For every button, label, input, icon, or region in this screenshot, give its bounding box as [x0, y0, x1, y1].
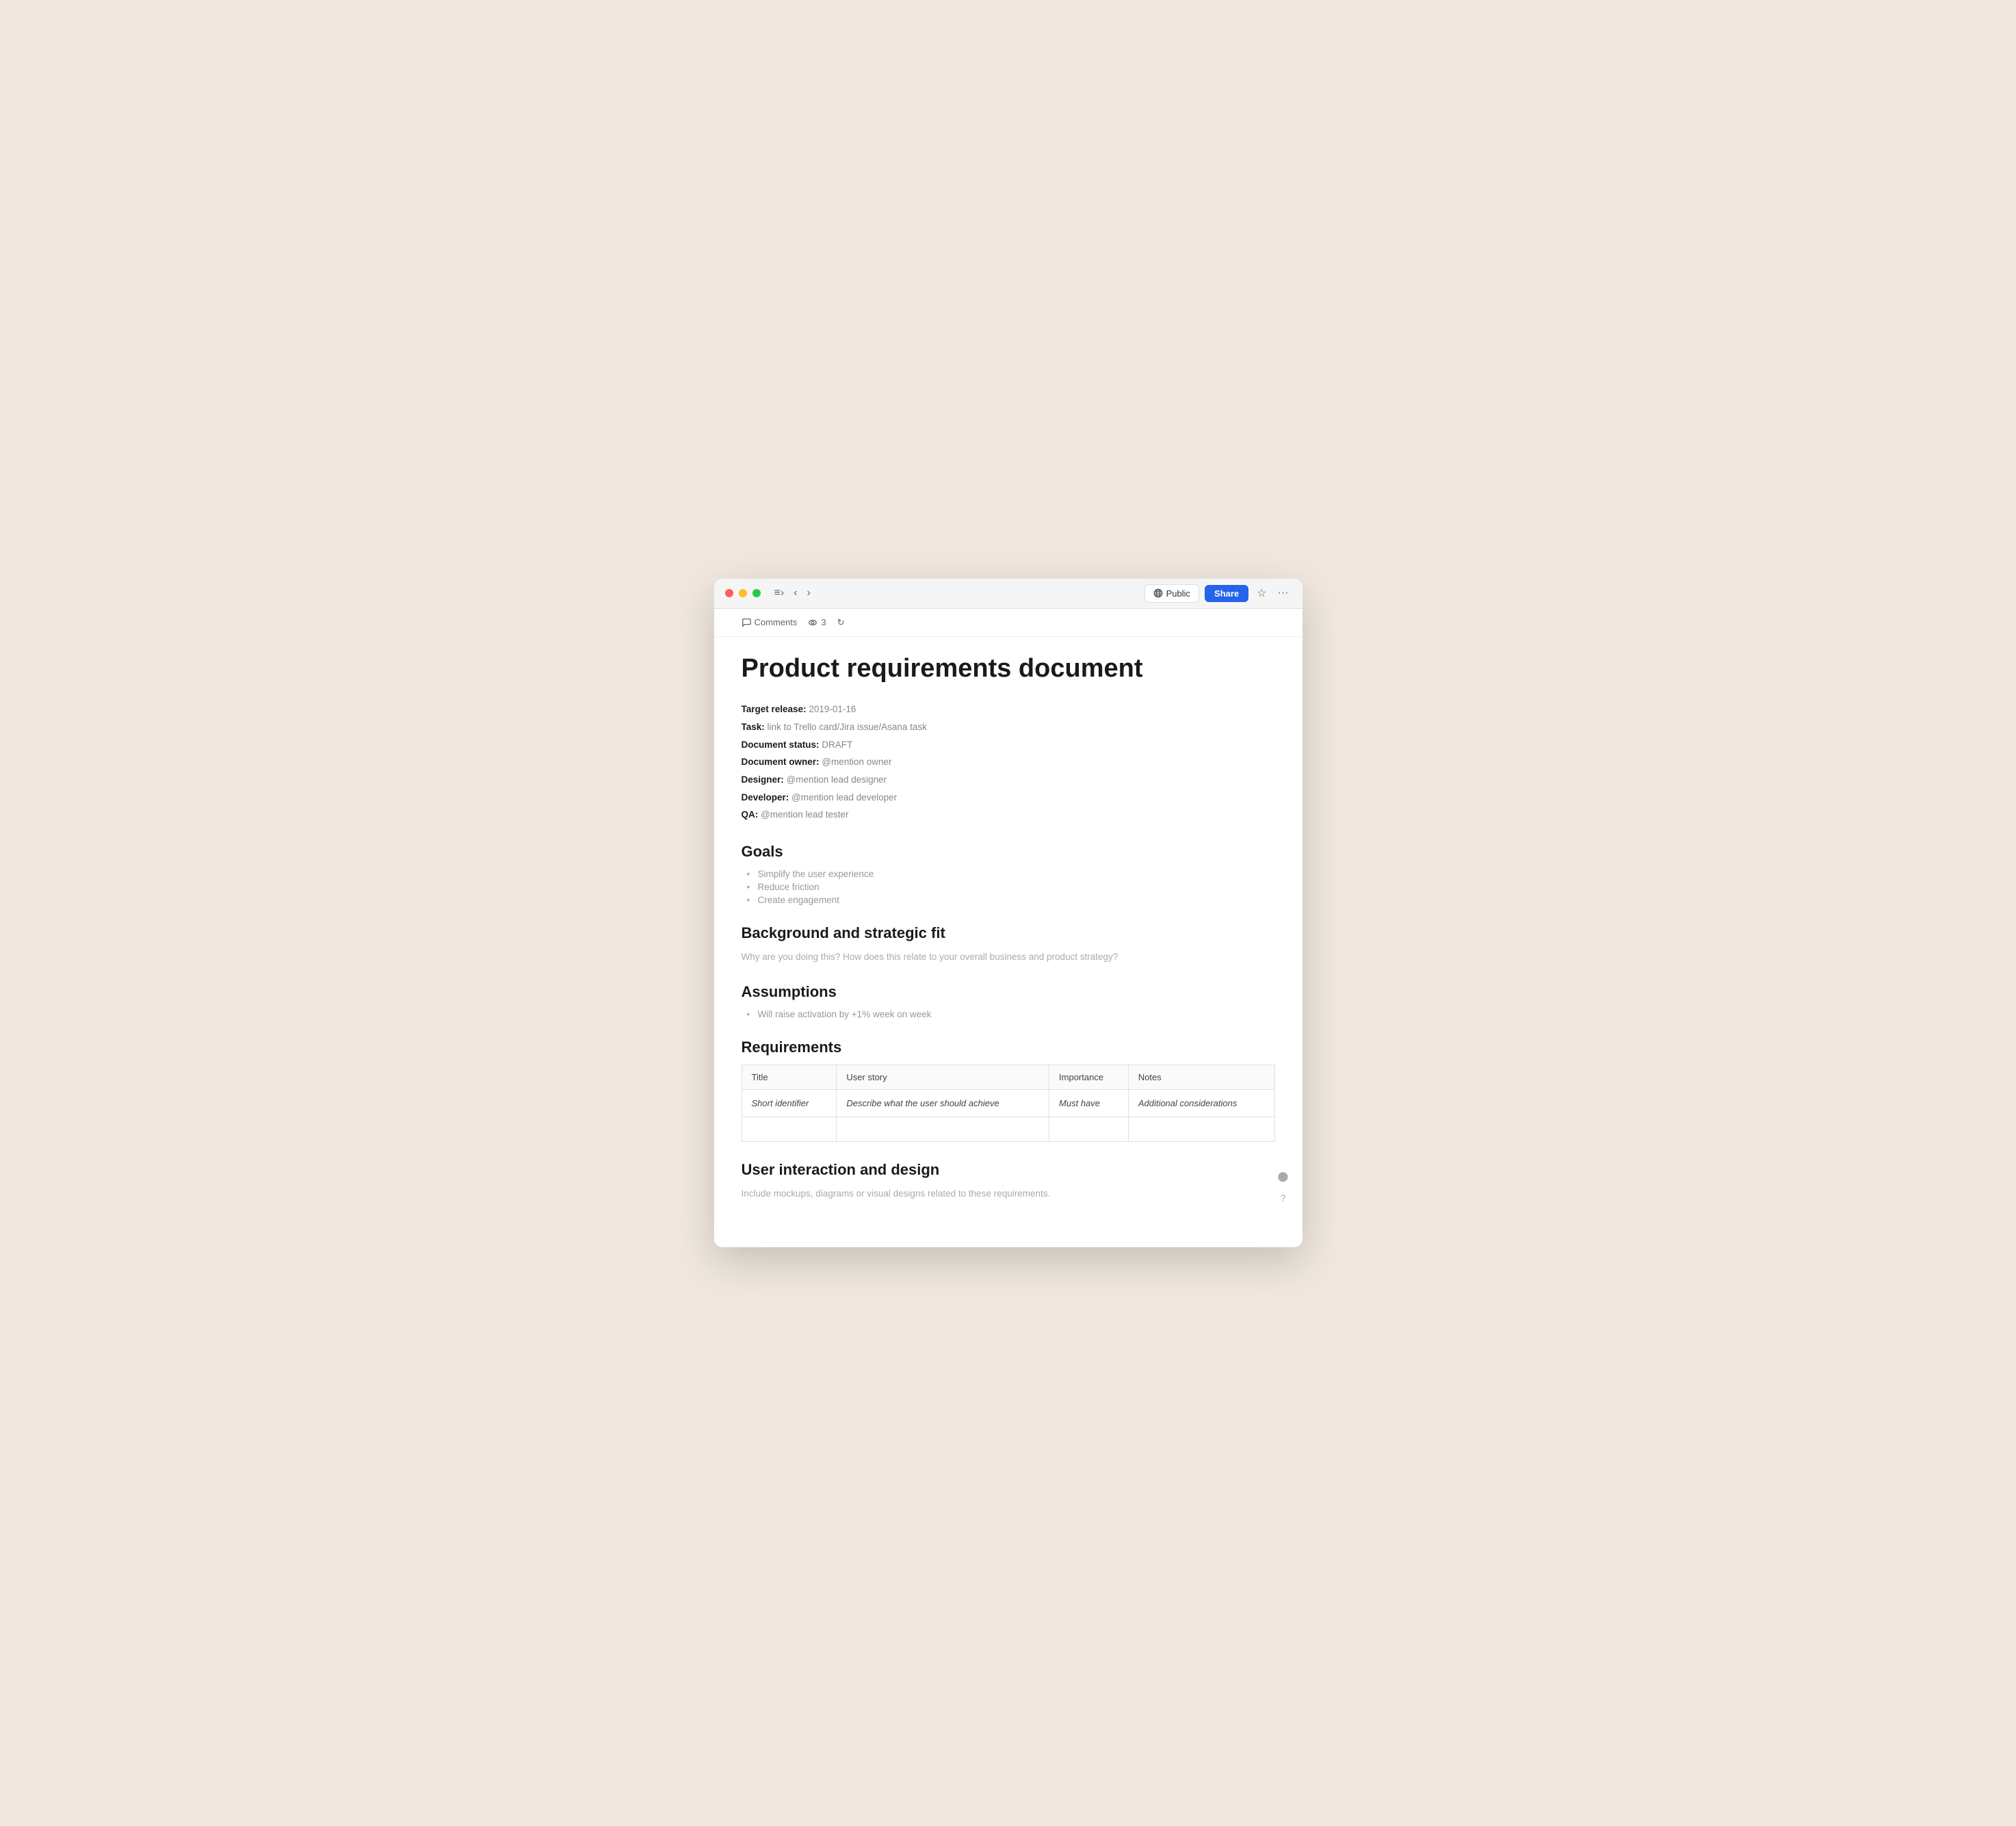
document-metadata: Target release: 2019-01-16 Task: link to… — [742, 701, 1275, 823]
task-link[interactable]: link to Trello card/Jira issue/Asana tas… — [768, 722, 927, 732]
comments-button[interactable]: Comments — [742, 617, 798, 627]
table-row: Short identifier Describe what the user … — [742, 1090, 1274, 1117]
cell-importance-1[interactable]: Must have — [1049, 1090, 1129, 1117]
cell-title-1[interactable]: Short identifier — [742, 1090, 837, 1117]
requirements-heading: Requirements — [742, 1039, 1275, 1056]
col-importance: Importance — [1049, 1065, 1129, 1090]
comment-icon — [742, 618, 751, 627]
doc-toolbar: Comments 3 ↻ — [714, 609, 1302, 637]
public-label: Public — [1166, 588, 1190, 599]
cell-notes-1[interactable]: Additional considerations — [1128, 1090, 1274, 1117]
cell-importance-2[interactable] — [1049, 1117, 1129, 1142]
metadata-qa: QA: @mention lead tester — [742, 806, 1275, 824]
goals-heading: Goals — [742, 843, 1275, 861]
globe-icon — [1153, 588, 1163, 598]
designer-link[interactable]: @mention lead designer — [787, 774, 887, 785]
minimize-button[interactable] — [739, 589, 747, 597]
metadata-developer: Developer: @mention lead developer — [742, 789, 1275, 807]
share-button[interactable]: Share — [1205, 585, 1248, 602]
titlebar-right-actions: Public Share ☆ ··· — [1144, 584, 1292, 603]
section-user-interaction: User interaction and design Include mock… — [742, 1161, 1275, 1201]
section-goals: Goals Simplify the user experience Reduc… — [742, 843, 1275, 905]
list-item: Create engagement — [747, 895, 1275, 905]
app-window: ≡› ‹ › Public Share ☆ ··· — [714, 579, 1302, 1248]
background-heading: Background and strategic fit — [742, 924, 1275, 942]
goals-list: Simplify the user experience Reduce fric… — [742, 869, 1275, 905]
col-user-story: User story — [837, 1065, 1049, 1090]
background-description: Why are you doing this? How does this re… — [742, 950, 1275, 964]
assumptions-list: Will raise activation by +1% week on wee… — [742, 1009, 1275, 1019]
sidebar-toggle-icon[interactable]: ≡› — [772, 584, 787, 602]
document-content: Product requirements document Target rel… — [714, 637, 1302, 1248]
maximize-button[interactable] — [752, 589, 761, 597]
views-count: 3 — [821, 617, 826, 627]
views-indicator: 3 — [808, 617, 826, 627]
refresh-button[interactable]: ↻ — [837, 617, 845, 628]
table-body: Short identifier Describe what the user … — [742, 1090, 1274, 1142]
metadata-doc-status: Document status: DRAFT — [742, 736, 1275, 754]
star-icon[interactable]: ☆ — [1254, 584, 1269, 603]
user-interaction-heading: User interaction and design — [742, 1161, 1275, 1179]
table-header: Title User story Importance Notes — [742, 1065, 1274, 1090]
titlebar: ≡› ‹ › Public Share ☆ ··· — [714, 579, 1302, 609]
eye-icon — [808, 618, 817, 627]
cell-user-story-2[interactable] — [837, 1117, 1049, 1142]
floating-icons: ⬤ ? — [1275, 1168, 1292, 1206]
target-release-link[interactable]: 2019-01-16 — [809, 704, 856, 714]
back-icon[interactable]: ‹ — [791, 584, 800, 602]
section-assumptions: Assumptions Will raise activation by +1%… — [742, 983, 1275, 1019]
cell-user-story-1[interactable]: Describe what the user should achieve — [837, 1090, 1049, 1117]
traffic-lights — [725, 589, 761, 597]
list-item: Will raise activation by +1% week on wee… — [747, 1009, 1275, 1019]
owner-link[interactable]: @mention owner — [822, 757, 891, 767]
list-item: Reduce friction — [747, 882, 1275, 892]
refresh-icon: ↻ — [837, 617, 845, 628]
close-button[interactable] — [725, 589, 733, 597]
public-button[interactable]: Public — [1144, 584, 1199, 603]
assumption-link-1[interactable]: Will raise activation by +1% week on wee… — [758, 1009, 932, 1019]
list-item: Simplify the user experience — [747, 869, 1275, 879]
col-notes: Notes — [1128, 1065, 1274, 1090]
developer-link[interactable]: @mention lead developer — [791, 792, 897, 803]
metadata-doc-owner: Document owner: @mention owner — [742, 753, 1275, 771]
table-header-row: Title User story Importance Notes — [742, 1065, 1274, 1090]
section-background: Background and strategic fit Why are you… — [742, 924, 1275, 964]
metadata-designer: Designer: @mention lead designer — [742, 771, 1275, 789]
comments-label: Comments — [755, 617, 798, 627]
goal-link-2[interactable]: Reduce friction — [758, 882, 820, 892]
goal-link-3[interactable]: Create engagement — [758, 895, 839, 905]
cell-title-2[interactable] — [742, 1117, 837, 1142]
forward-icon[interactable]: › — [804, 584, 813, 602]
document-title: Product requirements document — [742, 653, 1275, 685]
metadata-task: Task: link to Trello card/Jira issue/Asa… — [742, 718, 1275, 736]
cell-notes-2[interactable] — [1128, 1117, 1274, 1142]
section-requirements: Requirements Title User story Importance… — [742, 1039, 1275, 1142]
floating-help-icon[interactable]: ? — [1275, 1190, 1292, 1206]
floating-dot-icon[interactable]: ⬤ — [1275, 1168, 1292, 1184]
metadata-target-release: Target release: 2019-01-16 — [742, 701, 1275, 718]
requirements-table: Title User story Importance Notes Short … — [742, 1065, 1275, 1142]
assumptions-heading: Assumptions — [742, 983, 1275, 1001]
nav-controls: ≡› ‹ › — [772, 584, 813, 602]
user-interaction-description: Include mockups, diagrams or visual desi… — [742, 1187, 1275, 1201]
more-options-icon[interactable]: ··· — [1275, 584, 1292, 602]
table-row — [742, 1117, 1274, 1142]
qa-link[interactable]: @mention lead tester — [761, 809, 849, 820]
goal-link-1[interactable]: Simplify the user experience — [758, 869, 874, 879]
col-title: Title — [742, 1065, 837, 1090]
